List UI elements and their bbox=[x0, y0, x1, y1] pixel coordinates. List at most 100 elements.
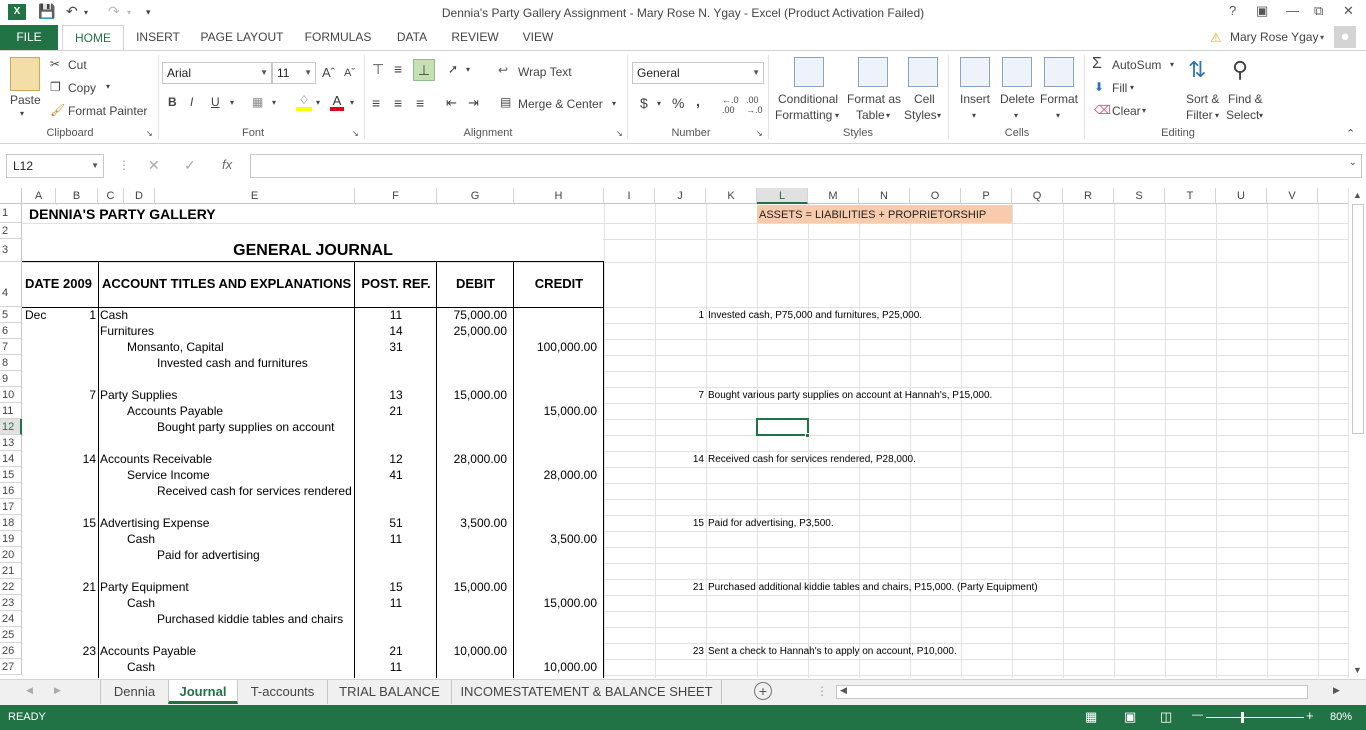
debit-amount[interactable]: 75,000.00 bbox=[437, 307, 507, 323]
row-header-6[interactable]: 6 bbox=[0, 323, 22, 339]
increase-indent-icon[interactable]: ⇥ bbox=[468, 95, 479, 111]
cut-icon[interactable]: ✂ bbox=[50, 57, 60, 71]
fill-dropdown-icon[interactable]: ▾ bbox=[1130, 83, 1134, 92]
credit-account[interactable]: Cash bbox=[127, 595, 155, 611]
font-launcher-icon[interactable]: ↘ bbox=[352, 129, 359, 138]
horizontal-scrollbar[interactable] bbox=[836, 685, 1308, 699]
bottom-align-icon[interactable]: ⊥ bbox=[413, 59, 435, 81]
transaction-text[interactable]: Bought various party supplies on account… bbox=[708, 388, 992, 404]
bold-button[interactable]: B bbox=[168, 95, 177, 109]
delete-dropdown-icon[interactable]: ▾ bbox=[1014, 111, 1018, 120]
row-header-10[interactable]: 10 bbox=[0, 387, 22, 403]
zoom-out-icon[interactable]: — bbox=[1192, 709, 1203, 721]
column-header-c[interactable]: C bbox=[98, 188, 124, 204]
scroll-left-icon[interactable]: ◀ bbox=[840, 685, 847, 696]
post-ref[interactable]: 11 bbox=[355, 659, 437, 675]
row-header-18[interactable]: 18 bbox=[0, 515, 22, 531]
transaction-day[interactable]: 21 bbox=[655, 580, 704, 596]
header-debit[interactable]: DEBIT bbox=[437, 276, 514, 292]
column-header-t[interactable]: T bbox=[1165, 188, 1216, 204]
row-header-7[interactable]: 7 bbox=[0, 339, 22, 355]
orientation-dropdown-icon[interactable]: ▾ bbox=[466, 65, 470, 74]
entry-day[interactable]: 14 bbox=[56, 451, 96, 467]
scroll-down-icon[interactable]: ▼ bbox=[1353, 665, 1362, 675]
column-header-j[interactable]: J bbox=[655, 188, 706, 204]
transaction-text[interactable]: Paid for advertising, P3,500. bbox=[708, 516, 834, 532]
normal-view-icon[interactable]: ▦ bbox=[1085, 709, 1097, 725]
customize-qat-icon[interactable]: ▾ bbox=[146, 7, 151, 18]
expand-formula-icon[interactable]: ⌄ bbox=[1349, 157, 1357, 168]
tab-formulas[interactable]: FORMULAS bbox=[300, 25, 376, 50]
column-header-g[interactable]: G bbox=[437, 188, 514, 204]
cell-styles-icon[interactable] bbox=[908, 57, 938, 87]
paste-button[interactable]: Paste bbox=[10, 93, 41, 107]
sort-filter-icon[interactable]: ⇅ bbox=[1188, 57, 1206, 83]
cell-styles-button[interactable]: Cell bbox=[914, 92, 935, 106]
row-header-26[interactable]: 26 bbox=[0, 643, 22, 659]
format-as-table-dropdown-icon[interactable]: ▾ bbox=[886, 111, 890, 120]
credit-account[interactable]: Accounts Payable bbox=[127, 403, 223, 419]
zoom-in-icon[interactable]: + bbox=[1306, 708, 1314, 723]
debit-account[interactable]: Cash bbox=[100, 307, 128, 323]
decrease-decimal-icon[interactable]: .00 →.0 bbox=[746, 95, 763, 115]
insert-function-button[interactable]: fx bbox=[222, 157, 232, 172]
cut-button[interactable]: Cut bbox=[68, 58, 87, 72]
transaction-day[interactable]: 15 bbox=[655, 516, 704, 532]
transaction-day[interactable]: 14 bbox=[655, 452, 704, 468]
currency-button[interactable]: $ bbox=[640, 95, 648, 111]
autosum-icon[interactable]: Σ bbox=[1092, 55, 1102, 73]
explanation[interactable]: Invested cash and furnitures bbox=[157, 355, 308, 371]
page-break-view-icon[interactable]: ◫ bbox=[1160, 709, 1172, 725]
column-header-i[interactable]: I bbox=[604, 188, 655, 204]
entry-day[interactable]: 15 bbox=[56, 515, 96, 531]
clear-dropdown-icon[interactable]: ▾ bbox=[1142, 106, 1146, 115]
debit-amount[interactable]: 3,500.00 bbox=[437, 515, 507, 531]
name-box[interactable]: L12 ▼ bbox=[6, 154, 104, 178]
fill-color-icon[interactable]: ♢ bbox=[296, 93, 312, 111]
tab-file[interactable]: FILE bbox=[0, 25, 58, 50]
row-header-19[interactable]: 19 bbox=[0, 531, 22, 547]
column-header-m[interactable]: M bbox=[808, 188, 859, 204]
credit-amount[interactable]: 100,000.00 bbox=[514, 339, 597, 355]
row-header-12[interactable]: 12 bbox=[0, 419, 22, 435]
transaction-day[interactable]: 1 bbox=[655, 308, 704, 324]
row-header-13[interactable]: 13 bbox=[0, 435, 22, 451]
journal-title[interactable]: GENERAL JOURNAL bbox=[22, 241, 604, 261]
cell-styles-dropdown-icon[interactable]: ▾ bbox=[937, 111, 941, 120]
close-icon[interactable]: ✕ bbox=[1343, 3, 1354, 19]
credit-amount[interactable]: 15,000.00 bbox=[514, 595, 597, 611]
post-ref[interactable]: 41 bbox=[355, 467, 437, 483]
transaction-text[interactable]: Sent a check to Hannah's to apply on acc… bbox=[708, 644, 957, 660]
save-icon[interactable]: 💾 bbox=[38, 3, 55, 20]
sheet-tab-income-statement[interactable]: INCOMESTATEMENT & BALANCE SHEET bbox=[452, 680, 722, 704]
delete-cells-icon[interactable] bbox=[1002, 57, 1032, 87]
column-header-h[interactable]: H bbox=[514, 188, 604, 204]
fill-color-dropdown-icon[interactable]: ▾ bbox=[316, 98, 320, 107]
post-ref[interactable]: 51 bbox=[355, 515, 437, 531]
post-ref[interactable]: 21 bbox=[355, 403, 437, 419]
row-header-24[interactable]: 24 bbox=[0, 611, 22, 627]
worksheet-grid[interactable]: A B C D E F G H I J K L M N O P Q R S T … bbox=[0, 188, 1348, 678]
credit-amount[interactable]: 28,000.00 bbox=[514, 467, 597, 483]
row-header-5[interactable]: 5 bbox=[0, 307, 22, 323]
comma-button[interactable]: , bbox=[696, 93, 700, 109]
credit-amount[interactable]: 15,000.00 bbox=[514, 403, 597, 419]
debit-account[interactable]: Advertising Expense bbox=[100, 515, 209, 531]
column-header-d[interactable]: D bbox=[124, 188, 155, 204]
post-ref[interactable]: 14 bbox=[355, 323, 437, 339]
italic-button[interactable]: I bbox=[190, 95, 193, 109]
borders-icon[interactable]: ▦ bbox=[252, 95, 263, 109]
align-right-icon[interactable]: ≡ bbox=[416, 95, 424, 111]
credit-account[interactable]: Cash bbox=[127, 659, 155, 675]
alignment-launcher-icon[interactable]: ↘ bbox=[616, 129, 623, 138]
font-color-dropdown-icon[interactable]: ▾ bbox=[350, 98, 354, 107]
format-painter-button[interactable]: Format Painter bbox=[68, 104, 147, 118]
conditional-formatting-icon[interactable] bbox=[794, 57, 824, 87]
cell-styles-label-2[interactable]: Styles bbox=[904, 108, 937, 122]
percent-button[interactable]: % bbox=[672, 95, 684, 111]
currency-dropdown-icon[interactable]: ▾ bbox=[657, 99, 661, 108]
orientation-icon[interactable]: ➚ bbox=[448, 62, 458, 76]
debit-account[interactable]: Party Supplies bbox=[100, 387, 177, 403]
insert-dropdown-icon[interactable]: ▾ bbox=[972, 111, 976, 120]
row-header-23[interactable]: 23 bbox=[0, 595, 22, 611]
